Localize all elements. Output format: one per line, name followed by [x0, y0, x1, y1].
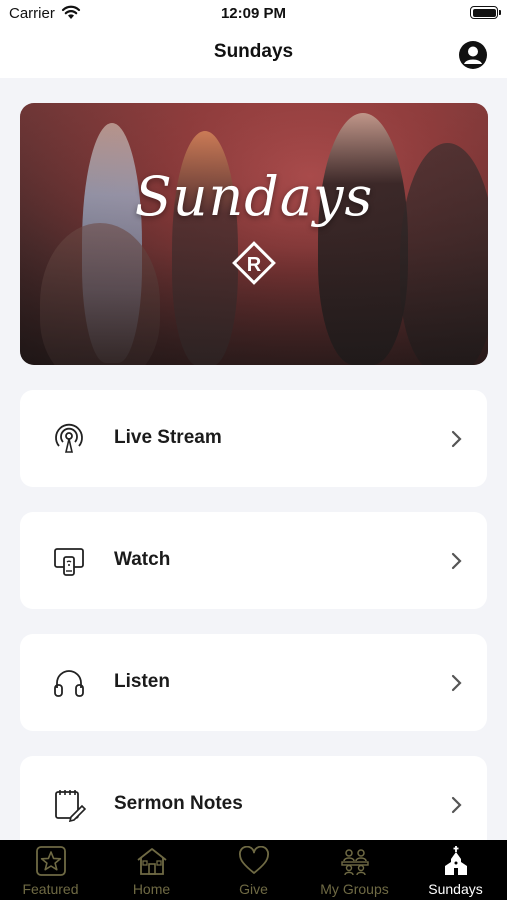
chevron-right-icon: [451, 796, 462, 814]
tab-featured-label: Featured: [22, 881, 79, 897]
house-icon: [137, 848, 167, 875]
live-stream-button[interactable]: Live Stream: [20, 390, 487, 487]
tab-sundays-label: Sundays: [428, 881, 483, 897]
chevron-right-icon: [451, 674, 462, 692]
tv-device-icon: [54, 548, 84, 576]
tab-give-label: Give: [239, 881, 268, 897]
chevron-right-icon: [451, 430, 462, 448]
live-stream-label: Live Stream: [114, 427, 222, 448]
star-icon: [36, 846, 66, 876]
tab-featured[interactable]: Featured: [0, 840, 101, 900]
church-logo-icon: R: [232, 241, 276, 285]
sundays-banner-image: Sundays R: [20, 103, 488, 365]
notepad-icon: [55, 790, 86, 822]
headphones-icon: [54, 670, 84, 697]
listen-label: Listen: [114, 671, 170, 692]
tab-sundays[interactable]: Sundays: [405, 840, 506, 900]
watch-button[interactable]: Watch: [20, 512, 487, 609]
clock: 12:09 PM: [220, 5, 287, 22]
watch-label: Watch: [114, 549, 171, 570]
page-title: Sundays: [213, 41, 294, 62]
broadcast-icon: [55, 423, 83, 453]
logo-letter: R: [247, 254, 262, 276]
battery-icon: [470, 6, 501, 19]
sermon-notes-button[interactable]: Sermon Notes: [20, 756, 487, 840]
tab-my-groups[interactable]: My Groups: [304, 840, 405, 900]
church-icon: [445, 846, 467, 875]
tab-home[interactable]: Home: [101, 840, 202, 900]
tab-bar: Featured Home Give My Groups Sundays: [0, 840, 507, 900]
chevron-right-icon: [451, 552, 462, 570]
heart-icon: [239, 846, 269, 874]
status-bar: Carrier 12:09 PM: [0, 0, 507, 30]
tab-my-groups-label: My Groups: [320, 881, 389, 897]
sermon-notes-label: Sermon Notes: [114, 793, 243, 814]
listen-button[interactable]: Listen: [20, 634, 487, 731]
navigation-bar: Sundays: [0, 30, 507, 78]
tab-home-label: Home: [132, 881, 171, 897]
profile-icon[interactable]: [458, 40, 488, 70]
tab-give[interactable]: Give: [203, 840, 304, 900]
banner-script-text: Sundays: [134, 165, 374, 228]
groups-icon: [341, 849, 369, 876]
